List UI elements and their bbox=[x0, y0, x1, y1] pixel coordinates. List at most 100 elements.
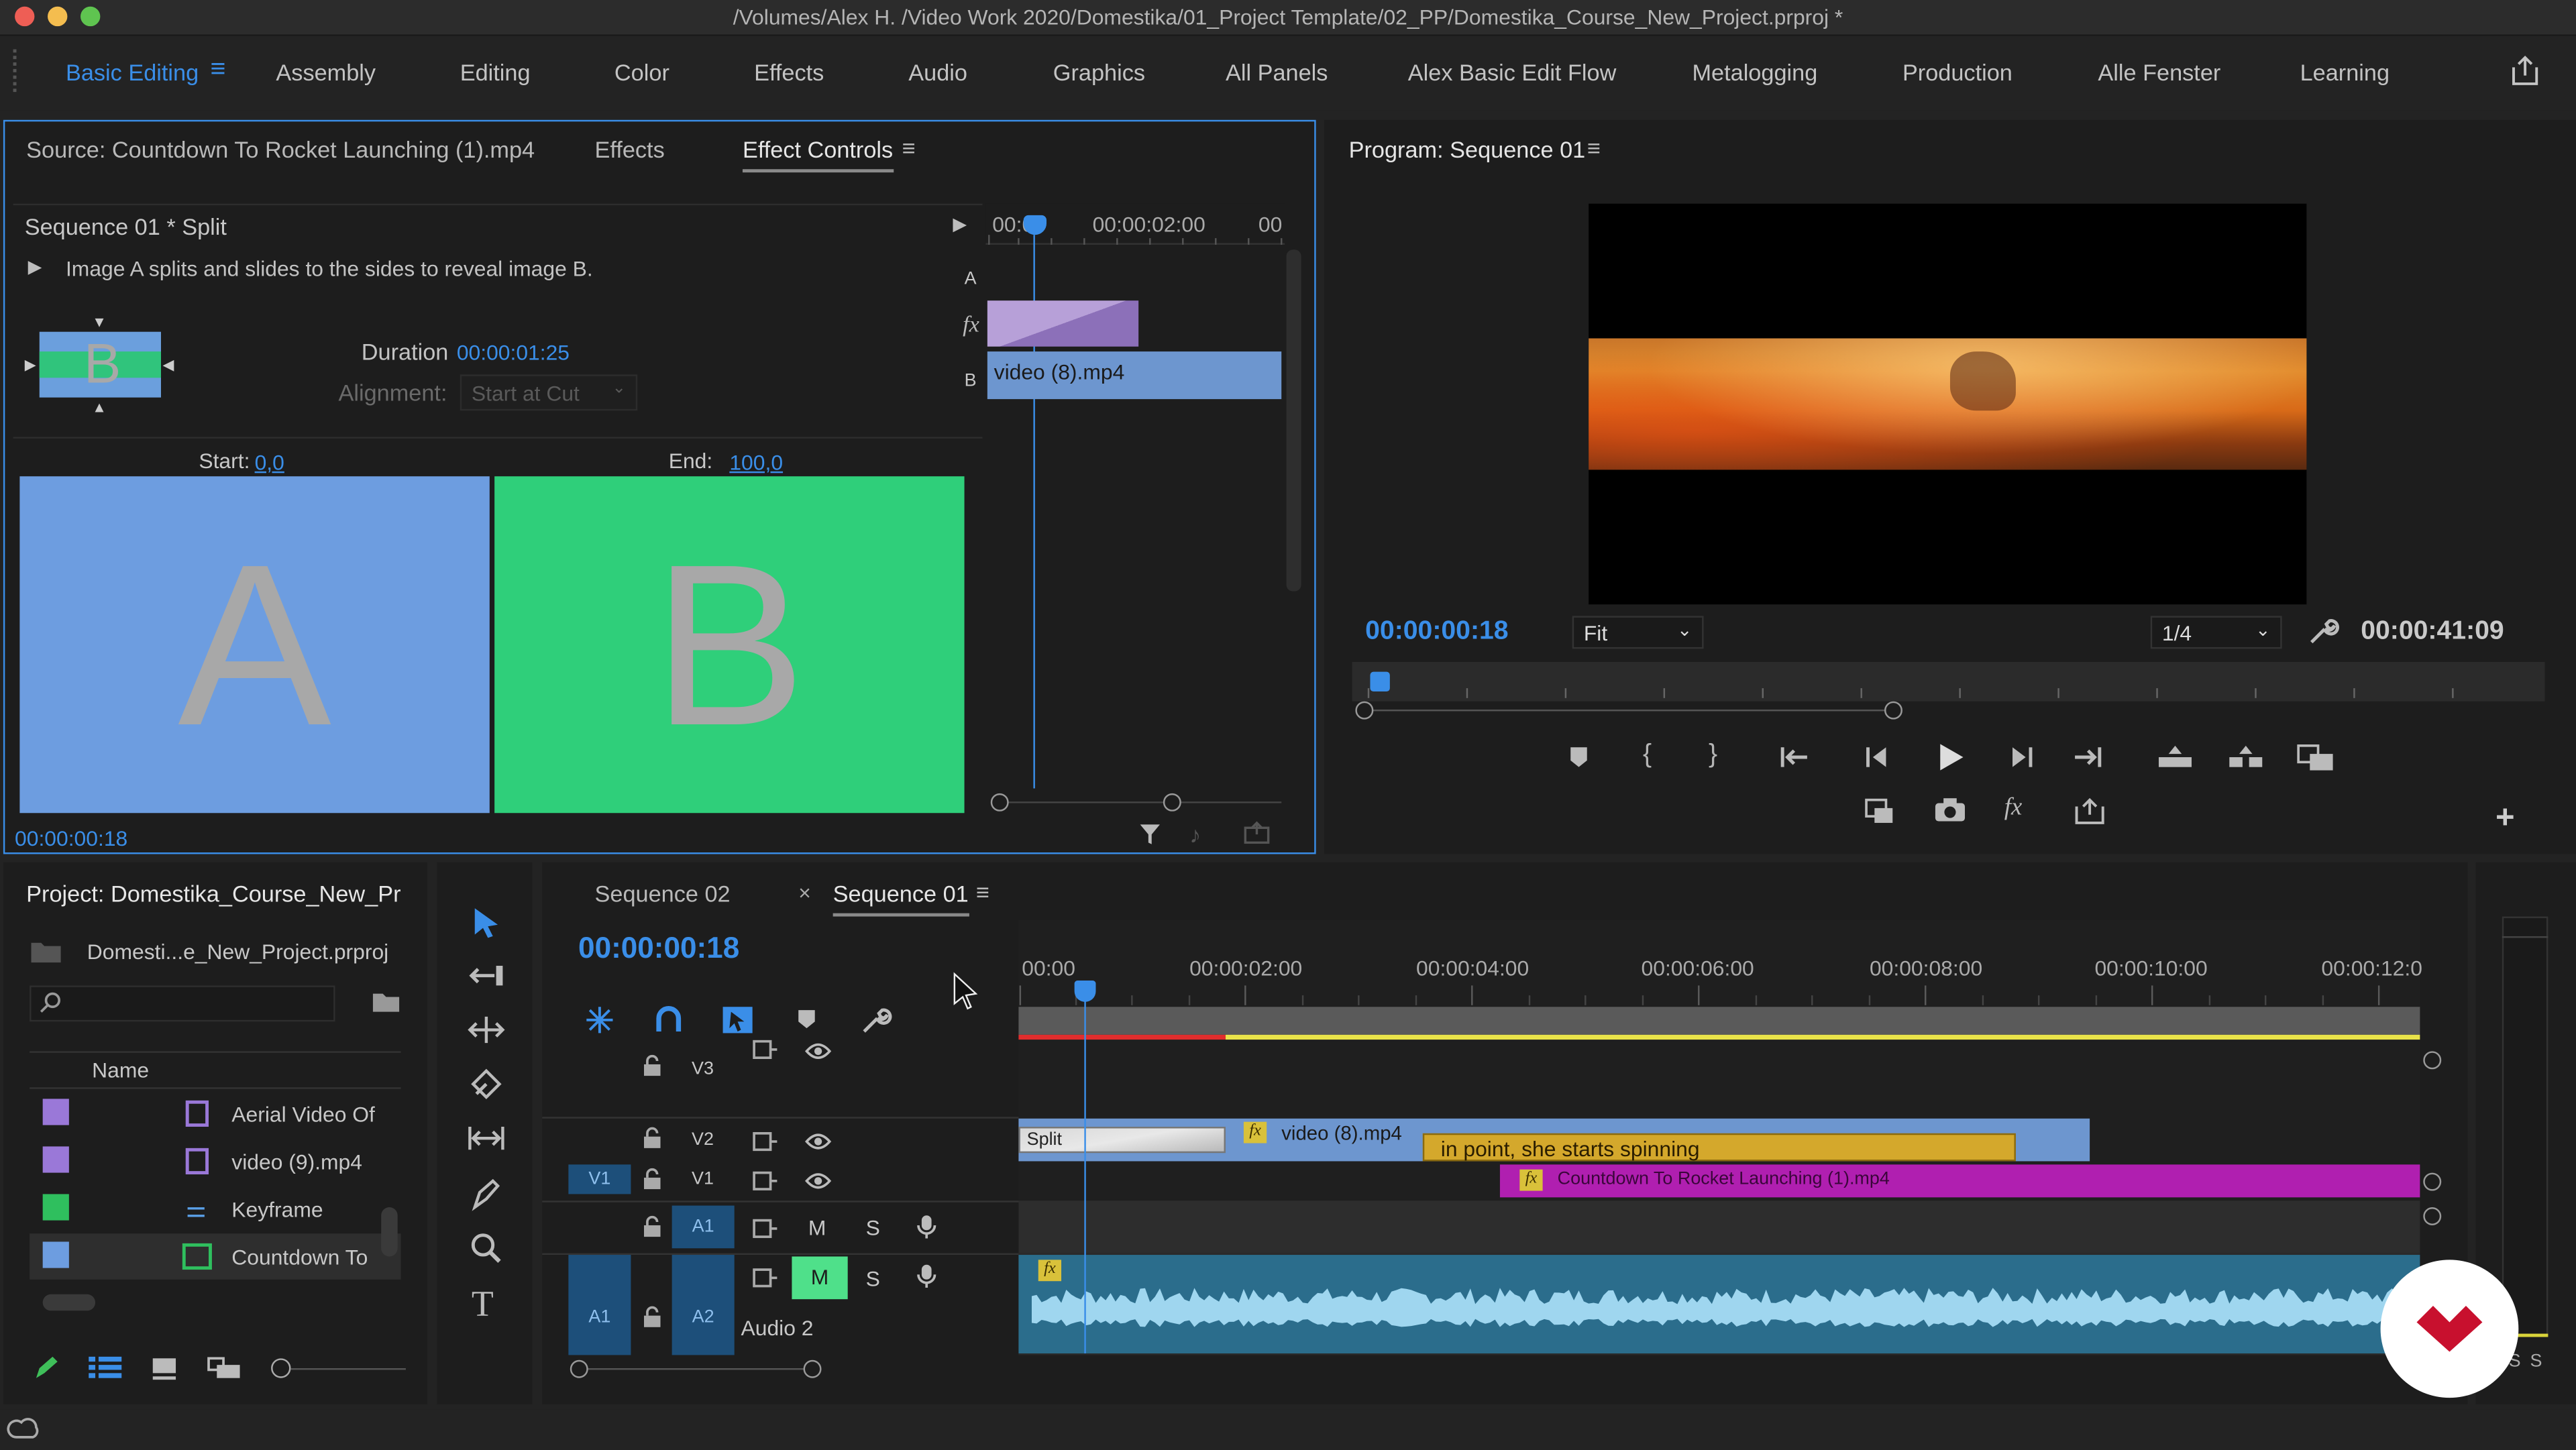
project-item-selected[interactable]: Countdown To bbox=[30, 1233, 401, 1280]
workspace-color[interactable]: Color bbox=[614, 59, 669, 85]
lock-icon[interactable] bbox=[643, 1306, 662, 1337]
program-playhead[interactable] bbox=[1370, 671, 1390, 692]
go-to-out-icon[interactable] bbox=[2072, 744, 2104, 775]
step-back-icon[interactable] bbox=[1863, 744, 1892, 775]
workspace-alex-basic-edit-flow[interactable]: Alex Basic Edit Flow bbox=[1408, 59, 1617, 85]
eye-icon[interactable] bbox=[805, 1040, 832, 1069]
source-patch-a1[interactable]: A1 bbox=[568, 1255, 631, 1355]
project-item[interactable]: ⚌ Keyframe bbox=[30, 1186, 400, 1232]
share-icon[interactable] bbox=[2509, 54, 2542, 95]
workspace-graphics[interactable]: Graphics bbox=[1053, 59, 1145, 85]
effect-controls-timecode[interactable]: 00:00:00:18 bbox=[15, 826, 127, 851]
arrow-right-icon[interactable]: ◀ bbox=[162, 356, 174, 374]
add-marker-timeline-icon[interactable] bbox=[795, 1009, 818, 1040]
workspace-metalogging[interactable]: Metalogging bbox=[1692, 59, 1817, 85]
insert-overlay-icon[interactable] bbox=[1863, 797, 1896, 831]
nest-icon[interactable] bbox=[585, 1005, 614, 1043]
end-value[interactable]: 100,0 bbox=[729, 450, 783, 475]
eye-icon[interactable] bbox=[805, 1130, 832, 1160]
mark-out-icon[interactable]: } bbox=[1709, 740, 1717, 770]
project-h-scrollbar[interactable] bbox=[42, 1294, 96, 1311]
clip-marker-comment[interactable]: in point, she starts spinning bbox=[1422, 1133, 2016, 1162]
microphone-icon[interactable] bbox=[917, 1214, 936, 1248]
export-frame-icon[interactable] bbox=[2074, 797, 2106, 831]
preview-image-a[interactable]: A bbox=[19, 476, 490, 814]
track-v2-label[interactable]: V2 bbox=[692, 1130, 714, 1150]
sync-lock-icon[interactable] bbox=[753, 1217, 779, 1247]
zoom-handle-left[interactable] bbox=[1355, 701, 1374, 720]
close-tab-icon[interactable]: × bbox=[798, 881, 811, 905]
type-tool-icon[interactable]: T bbox=[472, 1283, 494, 1326]
arrow-down-icon[interactable]: ▲ bbox=[92, 399, 107, 415]
add-button-icon[interactable]: + bbox=[2496, 800, 2515, 838]
freeform-view-icon[interactable] bbox=[207, 1357, 244, 1388]
lock-icon[interactable] bbox=[643, 1168, 662, 1199]
sync-lock-icon[interactable] bbox=[753, 1170, 779, 1199]
workspace-assembly[interactable]: Assembly bbox=[276, 59, 376, 85]
camera-icon[interactable] bbox=[1933, 797, 1966, 828]
play-icon[interactable] bbox=[1935, 742, 1965, 777]
step-forward-icon[interactable] bbox=[2006, 744, 2035, 775]
tab-sequence-02[interactable]: Sequence 02 bbox=[595, 881, 731, 907]
program-timecode[interactable]: 00:00:00:18 bbox=[1365, 618, 1508, 647]
track-v1-label[interactable]: V1 bbox=[692, 1170, 714, 1189]
workspace-menu-icon[interactable]: ≡ bbox=[210, 56, 225, 85]
workspace-audio[interactable]: Audio bbox=[908, 59, 967, 85]
creative-cloud-icon[interactable] bbox=[7, 1416, 40, 1450]
track-a1-label[interactable]: A1 bbox=[672, 1205, 735, 1249]
project-scrollbar[interactable] bbox=[381, 1207, 398, 1257]
arrow-up-icon[interactable]: ▼ bbox=[92, 314, 107, 330]
audio-clip[interactable]: fx bbox=[1018, 1255, 2420, 1353]
snap-magnet-icon[interactable] bbox=[654, 1005, 684, 1043]
tab-effects[interactable]: Effects bbox=[595, 136, 665, 162]
play-transition-icon[interactable]: ▶ bbox=[28, 256, 42, 277]
zoom-slider[interactable] bbox=[290, 1368, 406, 1370]
meter-solo-right[interactable]: S bbox=[2530, 1352, 2542, 1372]
track-v3-label[interactable]: V3 bbox=[692, 1060, 714, 1079]
timeline-settings-wrench-icon[interactable] bbox=[859, 1005, 892, 1043]
mute-a2-button[interactable]: M bbox=[792, 1256, 848, 1300]
ripple-edit-tool-icon[interactable] bbox=[468, 1015, 505, 1052]
timeline-timecode[interactable]: 00:00:00:18 bbox=[578, 932, 739, 966]
workspace-learning[interactable]: Learning bbox=[2300, 59, 2390, 85]
program-video-frame[interactable] bbox=[1589, 203, 2307, 605]
start-value[interactable]: 0,0 bbox=[255, 450, 284, 475]
zoom-scrollbar[interactable] bbox=[992, 801, 1282, 803]
h-zoom-handle-left[interactable] bbox=[570, 1359, 588, 1378]
lock-icon[interactable] bbox=[643, 1054, 662, 1086]
linked-selection-icon[interactable] bbox=[721, 1005, 754, 1043]
timeline-h-scrollbar[interactable] bbox=[578, 1368, 812, 1370]
h-zoom-handle-right[interactable] bbox=[803, 1359, 822, 1378]
clip-split-transition[interactable]: Split bbox=[1018, 1127, 1226, 1154]
play-triangle-icon[interactable]: ▶ bbox=[953, 213, 967, 235]
v-zoom-handle[interactable] bbox=[2423, 1051, 2442, 1070]
slip-tool-icon[interactable] bbox=[467, 1123, 506, 1161]
clip-countdown[interactable]: fx Countdown To Rocket Launching (1).mp4 bbox=[1499, 1164, 2420, 1198]
lock-icon[interactable] bbox=[643, 1127, 662, 1158]
workspace-basic-editing[interactable]: Basic Editing bbox=[66, 59, 199, 85]
project-search-input[interactable] bbox=[30, 985, 335, 1022]
wrench-icon[interactable] bbox=[2306, 616, 2339, 653]
project-item[interactable]: video (9).mp4 bbox=[30, 1138, 400, 1184]
export-frame-multi-icon[interactable] bbox=[2297, 744, 2337, 778]
name-column-header[interactable]: Name bbox=[92, 1058, 149, 1082]
alignment-select[interactable]: Start at Cut ⌄ bbox=[460, 374, 638, 411]
program-zoom-bar[interactable] bbox=[1363, 709, 1893, 712]
workspace-effects[interactable]: Effects bbox=[754, 59, 824, 85]
tab-effect-controls[interactable]: Effect Controls bbox=[742, 136, 894, 173]
sync-lock-icon[interactable] bbox=[753, 1038, 779, 1068]
pencil-icon[interactable] bbox=[33, 1355, 59, 1389]
extract-icon[interactable] bbox=[2226, 744, 2265, 775]
preview-image-b[interactable]: B bbox=[494, 476, 965, 814]
zoom-slider-handle[interactable] bbox=[271, 1358, 291, 1378]
lift-icon[interactable] bbox=[2155, 744, 2195, 775]
fx-toggle-icon[interactable]: fx bbox=[2004, 795, 2023, 823]
workspace-editing[interactable]: Editing bbox=[460, 59, 531, 85]
v-zoom-handle[interactable] bbox=[2423, 1172, 2442, 1191]
zoom-handle-right[interactable] bbox=[1163, 793, 1181, 812]
work-area-bar[interactable] bbox=[1018, 1007, 2420, 1035]
track-a2-label[interactable]: A2 bbox=[672, 1255, 735, 1355]
tab-sequence-01[interactable]: Sequence 01 bbox=[833, 881, 969, 917]
program-menu-icon[interactable]: ≡ bbox=[1587, 135, 1601, 161]
new-bin-icon[interactable] bbox=[371, 991, 400, 1022]
